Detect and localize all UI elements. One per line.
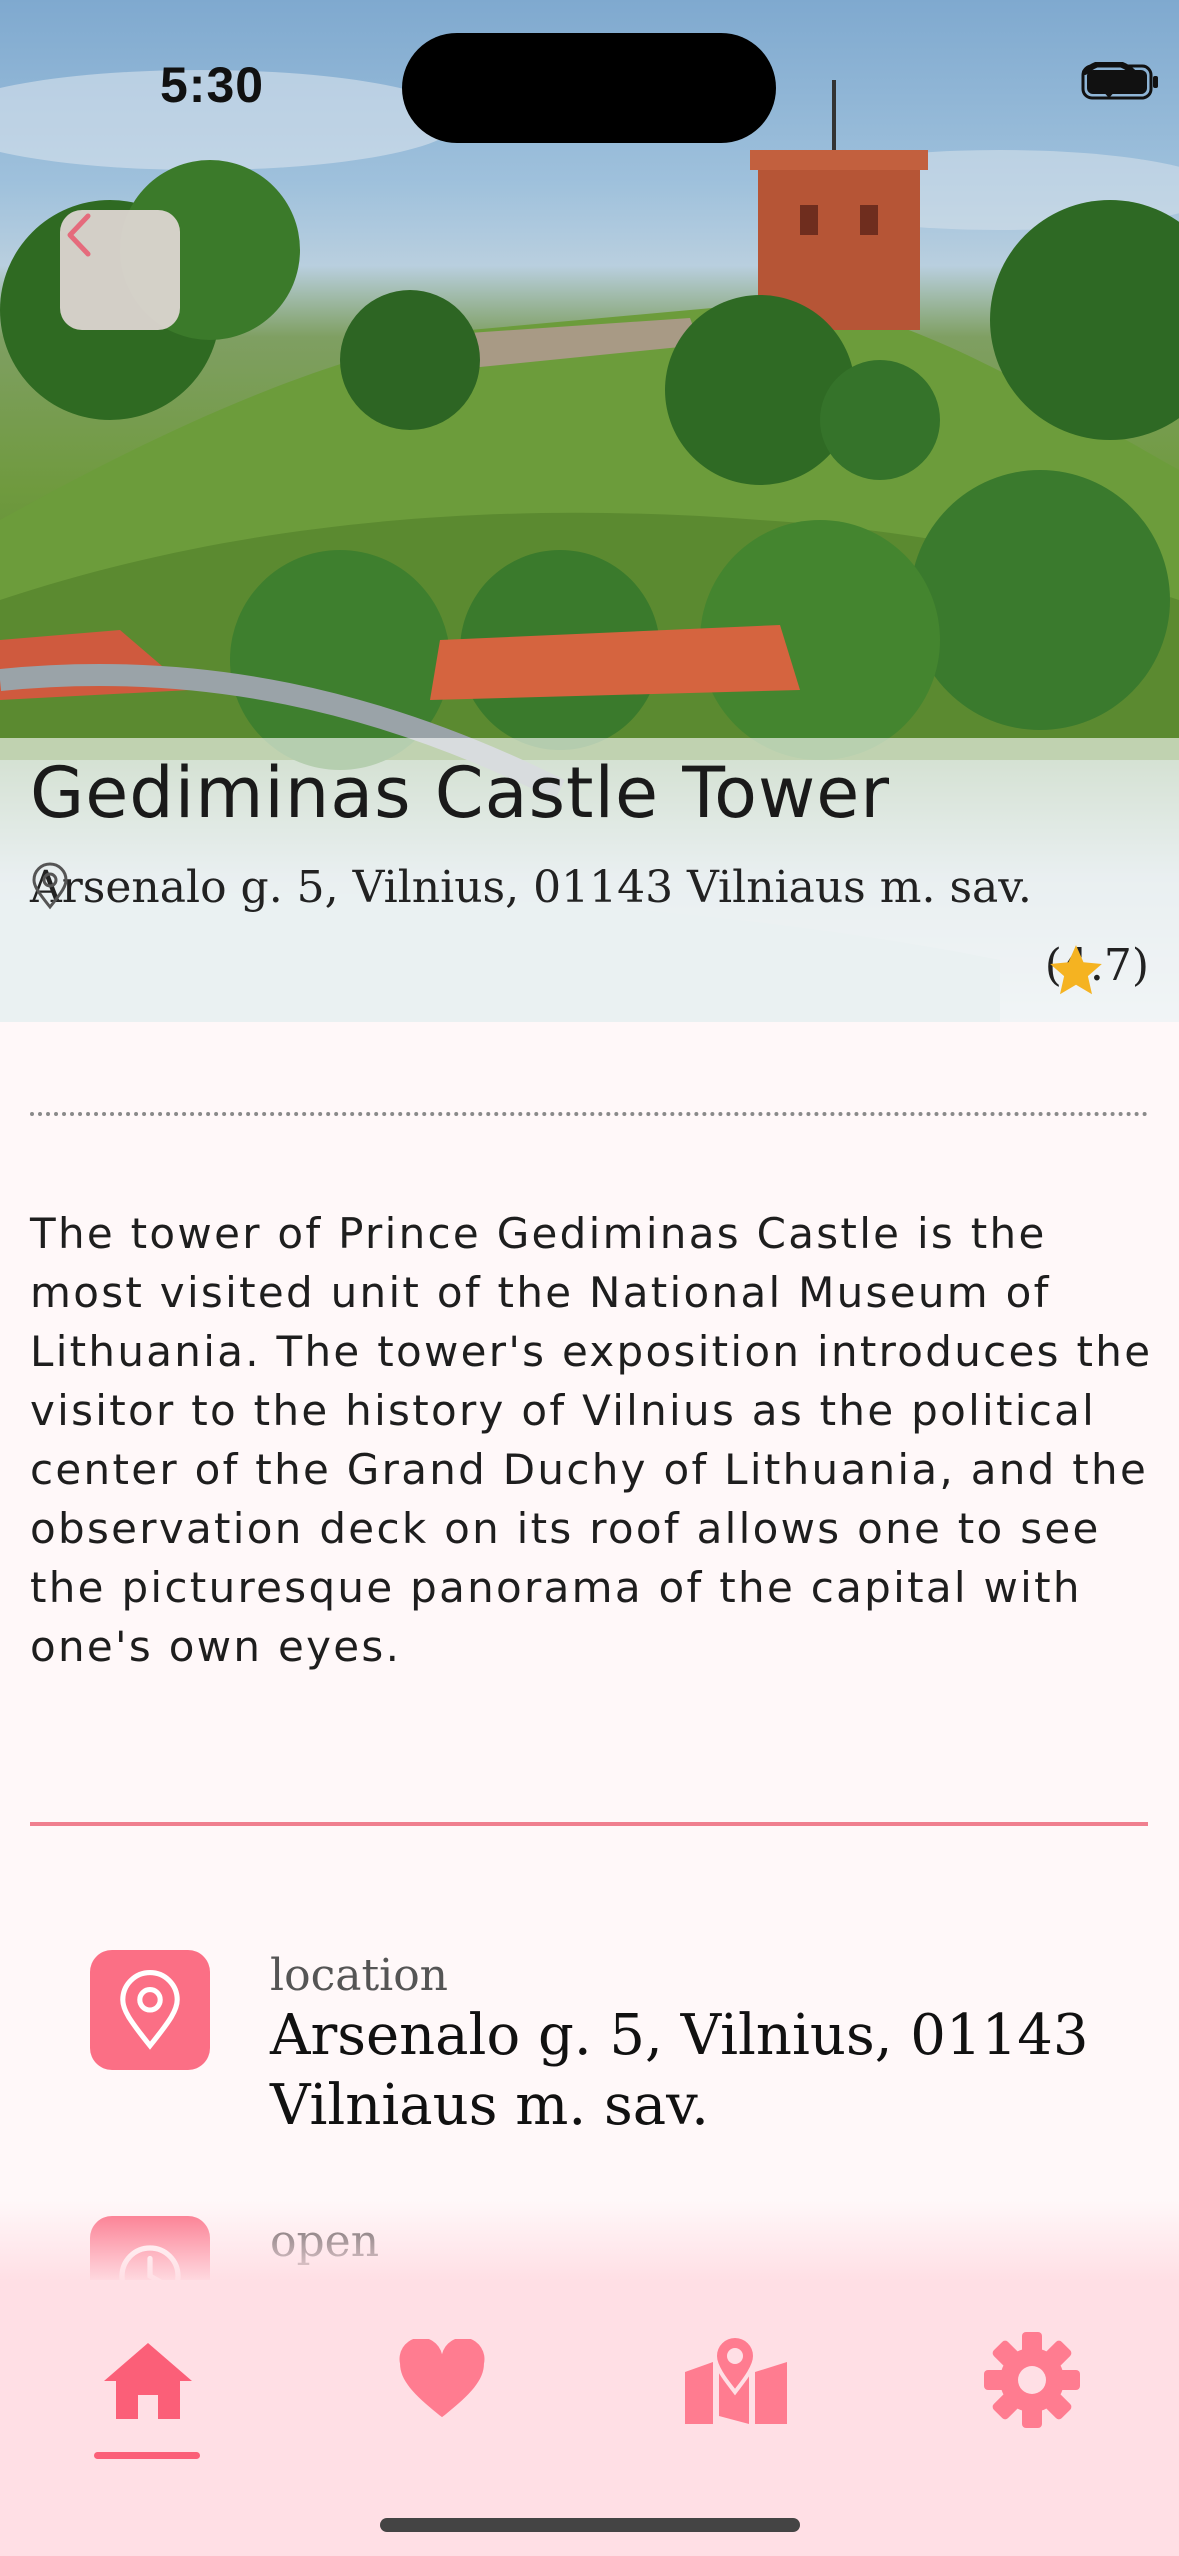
address-row: Arsenalo g. 5, Vilnius, 01143 Vilniaus m… [30, 862, 1032, 913]
location-info-row: location Arsenalo g. 5, Vilnius, 01143 V… [90, 1950, 1170, 2141]
location-pin-icon [32, 862, 68, 910]
tab-bar [0, 2280, 1179, 2556]
heart-icon [399, 2339, 485, 2418]
battery-icon [1081, 64, 1158, 100]
tab-favorites[interactable] [382, 2320, 502, 2440]
chevron-left-icon [67, 213, 91, 257]
dotted-divider [30, 1112, 1148, 1116]
dynamic-island [402, 33, 776, 143]
tab-map[interactable] [676, 2320, 796, 2440]
status-time: 5:30 [160, 57, 265, 113]
location-value: Arsenalo g. 5, Vilnius, 01143 Vilniaus m… [270, 2003, 1089, 2138]
active-tab-indicator [94, 2452, 200, 2459]
map-icon [685, 2333, 787, 2424]
tab-home[interactable] [88, 2320, 208, 2440]
location-label: location [270, 1950, 449, 2001]
rating: (4.7) [1045, 940, 1149, 995]
home-indicator [380, 2518, 800, 2532]
location-pin-icon [120, 1970, 180, 2050]
section-divider [30, 1822, 1148, 1826]
place-description: The tower of Prince Gediminas Castle is … [30, 1209, 1153, 1671]
tabbar-fade [0, 2200, 1179, 2280]
location-icon-tile [90, 1950, 210, 2070]
tab-settings[interactable] [972, 2320, 1092, 2440]
hero-photo: 5:30 Gediminas Castle Tower Arsenalo g. … [0, 0, 1179, 1022]
back-button[interactable] [60, 210, 180, 330]
star-icon [1049, 945, 1102, 995]
address-text: Arsenalo g. 5, Vilnius, 01143 Vilniaus m… [30, 862, 1032, 913]
home-icon [104, 2343, 192, 2419]
place-title: Gediminas Castle Tower [30, 752, 891, 834]
gear-icon [984, 2332, 1080, 2428]
